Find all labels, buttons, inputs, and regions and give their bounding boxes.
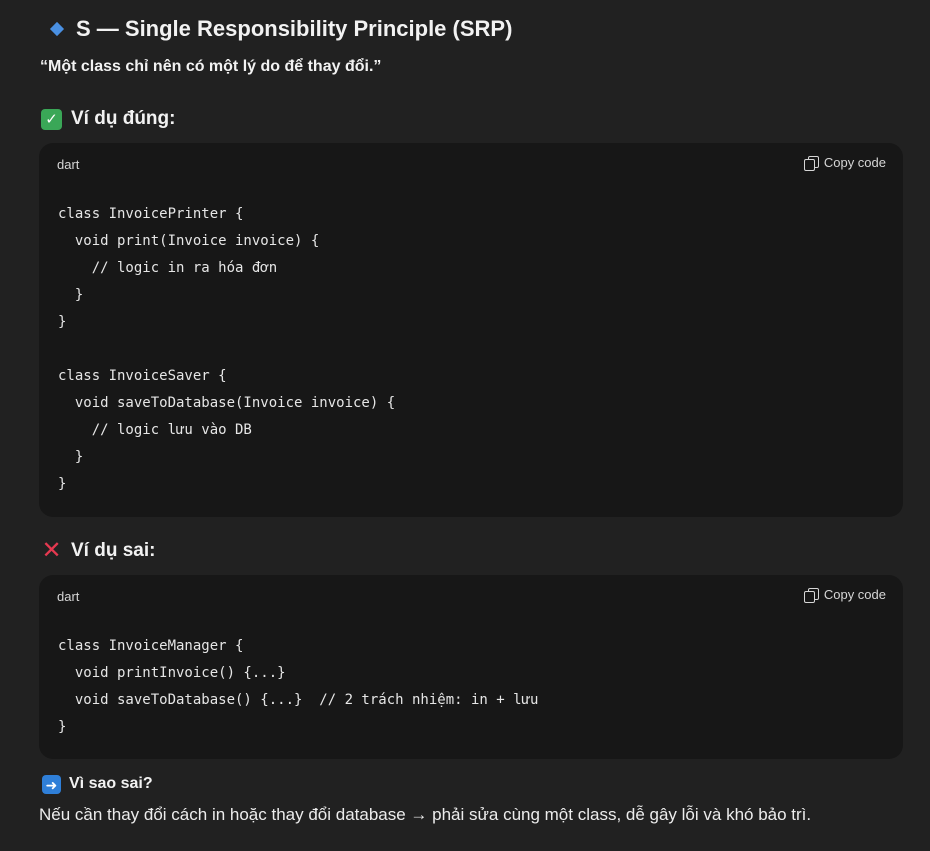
why-heading: Vì sao sai? [69, 775, 153, 792]
good-example-heading: ✓ Ví dụ đúng: [41, 108, 175, 130]
copy-icon [803, 155, 819, 171]
page-title: S — Single Responsibility Principle (SRP… [76, 16, 513, 41]
code-language-label: dart [57, 589, 80, 604]
copy-icon [803, 587, 819, 603]
copy-code-button[interactable]: Copy code [803, 587, 886, 603]
principle-quote: “Một class chỉ nên có một lý do để thay … [40, 58, 382, 75]
good-example-label: Ví dụ đúng: [71, 108, 176, 129]
good-code-block: dart Copy code class InvoicePrinter { vo… [39, 143, 903, 517]
why-explanation: Nếu cần thay đổi cách in hoặc thay đổi d… [39, 805, 812, 824]
bad-example-heading: ✕ Ví dụ sai: [41, 537, 156, 564]
blue-diamond-icon [49, 21, 65, 37]
cross-mark-icon: ✕ [41, 537, 62, 564]
bad-example-label: Ví dụ sai: [71, 540, 156, 561]
code-content: class InvoicePrinter { void print(Invoic… [58, 206, 396, 492]
check-mark-icon: ✓ [41, 108, 62, 130]
copy-code-label: Copy code [823, 587, 886, 602]
right-arrow-icon: ➜ [42, 775, 61, 794]
copy-code-button[interactable]: Copy code [803, 155, 886, 171]
copy-code-label: Copy code [823, 155, 886, 170]
section-heading: S — Single Responsibility Principle (SRP… [46, 14, 512, 44]
code-language-label: dart [57, 157, 80, 172]
code-content: class InvoiceManager { void printInvoice… [58, 638, 539, 735]
bad-code-block: dart Copy code class InvoiceManager { vo… [39, 575, 903, 759]
